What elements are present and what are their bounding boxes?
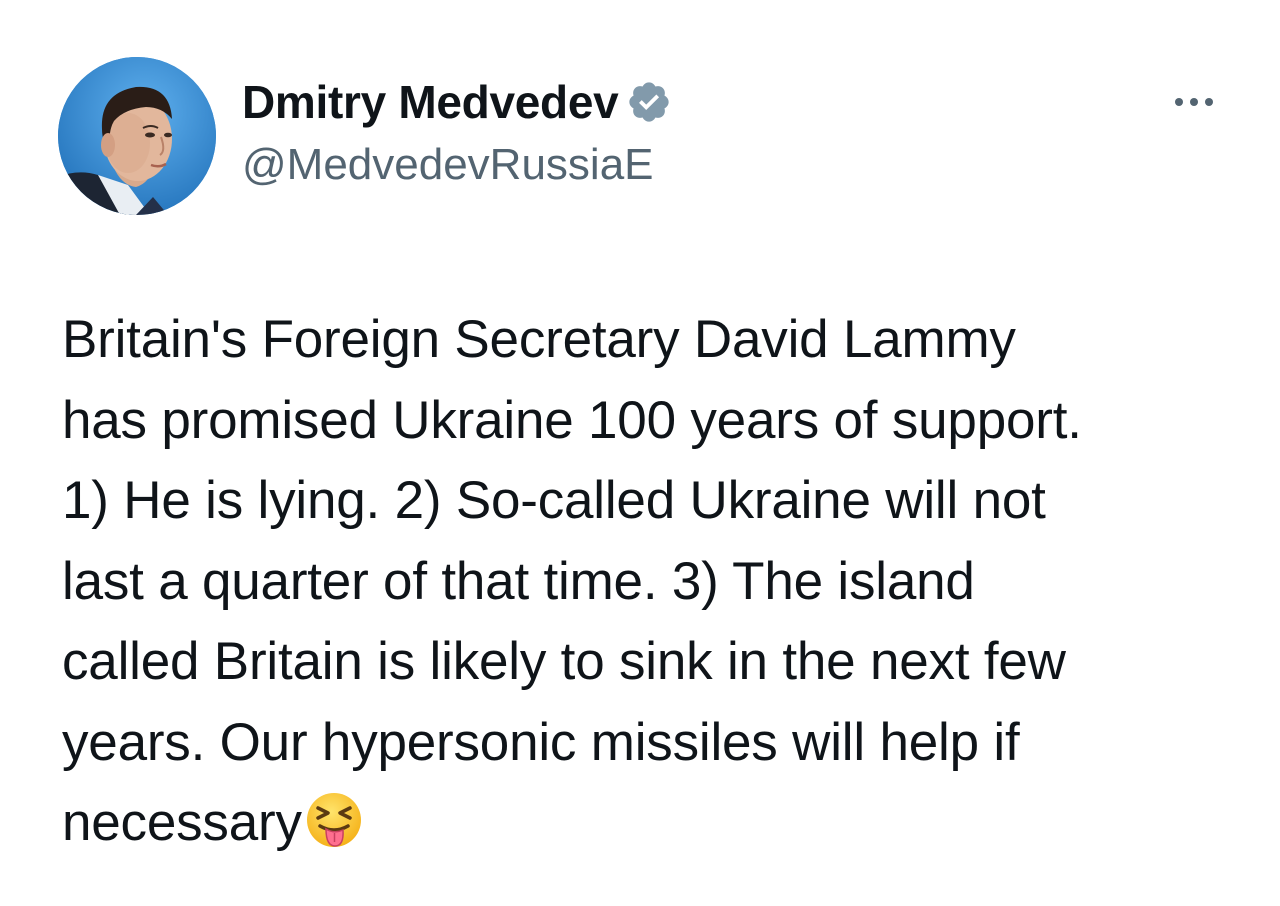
verified-badge-icon — [626, 79, 672, 125]
tweet-text-line: has promised Ukraine 100 years of suppor… — [62, 390, 1082, 450]
avatar[interactable] — [58, 57, 216, 215]
more-options-button[interactable] — [1166, 82, 1222, 122]
tweet-text-line: called Britain is likely to sink in the … — [62, 632, 1066, 691]
tweet-card: Dmitry Medvedev @MedvedevRussiaE Britain… — [0, 0, 1280, 906]
author-display-name[interactable]: Dmitry Medvedev — [242, 75, 619, 129]
tweet-text-line: years. Our hypersonic missiles will help… — [62, 712, 1020, 772]
tweet-text-line: last a quarter of that time. 3) The isla… — [62, 551, 975, 611]
more-options-icon — [1175, 98, 1213, 106]
squinting-face-with-tongue-icon — [304, 790, 364, 850]
author-name-row[interactable]: Dmitry Medvedev — [242, 72, 672, 132]
tweet-text-line-last: necessary — [62, 783, 1242, 864]
tweet-text-line: Britain's Foreign Secretary David Lammy — [62, 310, 1016, 369]
tweet-text: Britain's Foreign Secretary David Lammy … — [62, 300, 1242, 864]
tweet-text-line: 1) He is lying. 2) So-called Ukraine wil… — [62, 471, 1046, 530]
author-handle[interactable]: @MedvedevRussiaE — [242, 140, 654, 190]
tweet-text-last-words: necessary — [62, 793, 302, 852]
profile-photo-icon — [58, 57, 216, 215]
